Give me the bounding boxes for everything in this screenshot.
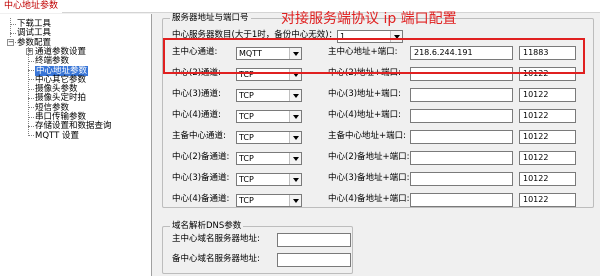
chevron-down-icon	[289, 90, 301, 101]
tree-item[interactable]: 中心地址参数	[35, 65, 89, 76]
channel-label: 中心(3)通道:	[172, 89, 221, 99]
protocol-value: TCP	[239, 91, 254, 100]
port-input[interactable]: 10122	[519, 88, 576, 102]
tree-item[interactable]: MQTT 设置	[35, 131, 79, 140]
collapse-icon[interactable]: −	[7, 38, 14, 46]
ip-input[interactable]	[410, 193, 513, 207]
active-tab[interactable]: 中心地址参数	[0, 0, 63, 13]
chevron-down-icon	[289, 111, 301, 122]
tree-connector	[28, 46, 29, 136]
ip-input[interactable]	[410, 172, 513, 186]
nav-tree: 下载工具 调试工具 参数配置 − 通道参数设置 + 终端参数 中心地址参数 中心其它参数 摄像头参…	[0, 14, 152, 276]
channel-label: 中心(4)通道:	[172, 110, 221, 120]
annotation-text: 对接服务端协议 ip 端口配置	[281, 11, 457, 27]
ip-input[interactable]	[410, 88, 513, 102]
address-label: 主备中心地址+端口:	[328, 131, 406, 141]
chevron-down-icon	[289, 153, 301, 164]
port-input[interactable]: 10122	[519, 130, 576, 144]
channel-label: 中心(2)备通道:	[172, 152, 230, 162]
address-label: 中心(2)备地址+端口:	[328, 152, 410, 162]
protocol-select[interactable]: TCP	[236, 194, 302, 207]
protocol-select[interactable]: TCP	[236, 89, 302, 102]
tree-connector	[10, 18, 11, 38]
tree-item[interactable]: 摄像头定时拍	[35, 93, 86, 103]
port-input[interactable]: 10122	[519, 172, 576, 186]
protocol-select[interactable]: TCP	[236, 152, 302, 165]
address-label: 中心(3)地址+端口:	[328, 89, 402, 99]
channel-label: 中心(4)备通道:	[172, 194, 230, 204]
tree-item[interactable]: 短信参数	[35, 103, 69, 112]
port-input[interactable]: 10122	[519, 193, 576, 207]
server-group-title: 服务器地址与端口号	[170, 13, 251, 23]
protocol-value: TCP	[239, 196, 254, 205]
tree-item[interactable]: 调试工具	[17, 28, 51, 38]
chevron-down-icon	[289, 174, 301, 185]
address-label: 中心(3)备地址+端口:	[328, 173, 410, 183]
tree-item[interactable]: 串口传输参数	[35, 112, 86, 121]
ip-input[interactable]	[410, 109, 513, 123]
dns-backup-input[interactable]	[277, 253, 351, 267]
address-label: 中心(4)备地址+端口:	[328, 194, 410, 204]
port-input[interactable]: 10122	[519, 109, 576, 123]
tree-item[interactable]: 存储设置和数据查询	[35, 121, 112, 131]
dns-main-label: 主中心域名服务器地址:	[172, 234, 260, 244]
dns-group-title: 域名解析DNS参数	[170, 221, 244, 231]
channel-label: 主备中心通道:	[172, 131, 226, 141]
ip-input[interactable]	[410, 130, 513, 144]
tree-item[interactable]: 摄像头参数	[35, 84, 78, 93]
protocol-select[interactable]: TCP	[236, 173, 302, 186]
address-label: 中心(4)地址+端口:	[328, 110, 402, 120]
tree-item[interactable]: 参数配置	[17, 38, 51, 47]
protocol-value: TCP	[239, 133, 254, 142]
protocol-select[interactable]: TCP	[236, 110, 302, 123]
dns-backup-label: 备中心域名服务器地址:	[172, 254, 260, 264]
channel-label: 中心(3)备通道:	[172, 173, 230, 183]
protocol-value: TCP	[239, 175, 254, 184]
highlight-box	[163, 38, 585, 74]
port-input[interactable]: 10122	[519, 151, 576, 165]
tree-item[interactable]: 下载工具	[17, 19, 51, 28]
protocol-value: TCP	[239, 154, 254, 163]
tree-item-label: MQTT 设置	[35, 130, 79, 141]
tree-item[interactable]: 中心其它参数	[35, 75, 86, 84]
protocol-select[interactable]: TCP	[236, 131, 302, 144]
chevron-down-icon	[289, 132, 301, 143]
tree-item[interactable]: 终端参数	[35, 56, 69, 66]
chevron-down-icon	[289, 195, 301, 206]
tree-item[interactable]: 通道参数设置	[35, 47, 86, 56]
dns-main-input[interactable]	[277, 233, 351, 247]
protocol-value: TCP	[239, 112, 254, 121]
ip-input[interactable]	[410, 151, 513, 165]
